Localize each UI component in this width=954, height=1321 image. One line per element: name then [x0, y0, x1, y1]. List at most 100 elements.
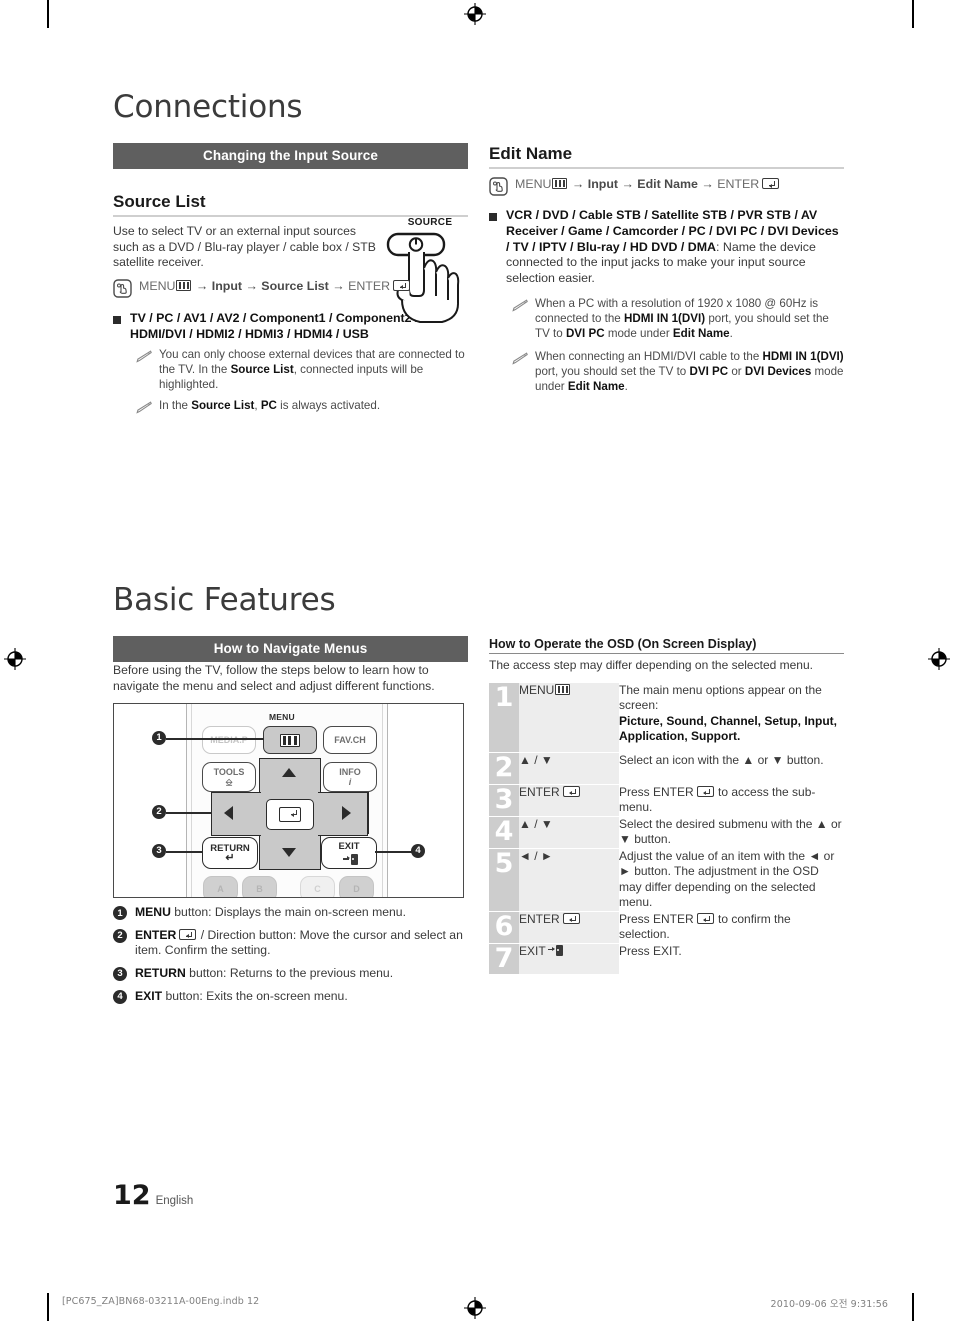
- en-note1-b: HDMI IN 1(DVI): [623, 311, 706, 325]
- osd-desc-1-bold: Picture, Sound, Channel, Setup, Input, A…: [619, 713, 838, 744]
- legend-text-2: ENTER / Direction button: Move the curso…: [135, 928, 468, 959]
- registration-mark-top: [464, 3, 486, 25]
- edit-name-path-text: MENU → Input → Edit Name → ENTER: [515, 176, 780, 192]
- remote-fav-ch-button[interactable]: FAV.CH: [323, 726, 377, 755]
- callout-badge-4: 4: [411, 844, 425, 859]
- remote-color-button-a[interactable]: A: [203, 876, 238, 898]
- legend-badge-1: 1: [113, 906, 127, 921]
- path-middle: → Input → Edit Name →: [568, 177, 718, 191]
- legend-1-rest: button: Displays the main on-screen menu…: [170, 905, 406, 920]
- pencil-note-icon: [135, 350, 152, 364]
- edit-name-section: Edit Name MENU → Input → Edit Name → ENT…: [489, 144, 844, 395]
- legend-item-4: 4 EXIT button: Exits the on-screen menu.: [113, 989, 468, 1005]
- registration-mark-left: [4, 648, 26, 670]
- osd-step-key: ENTER: [519, 784, 619, 817]
- edit-name-devices-text: VCR / DVD / Cable STB / Satellite STB / …: [506, 208, 844, 287]
- remote-enter-button[interactable]: [266, 799, 314, 831]
- osd-step-key: ◄ / ►: [519, 848, 619, 912]
- osd-step-desc: Select an icon with the ▲ or ▼ button.: [619, 752, 824, 767]
- remote-color-button-c[interactable]: C: [300, 876, 335, 898]
- remote-tools-button[interactable]: TOOLS ⎒: [202, 762, 256, 793]
- enter-icon: [393, 279, 411, 291]
- pencil-note-icon: [511, 352, 528, 366]
- osd-step-key: ▲ / ▼: [519, 816, 619, 849]
- table-row: 1 MENU The main menu options appear on t…: [489, 682, 844, 753]
- dpad-right-arrow-icon: [342, 806, 351, 821]
- connections-chapter: Connections: [113, 92, 468, 123]
- legend-item-2: 2 ENTER / Direction button: Move the cur…: [113, 928, 468, 959]
- table-row: 6 ENTER Press ENTER to confirm the selec…: [489, 911, 844, 944]
- table-row: 3 ENTER Press ENTER to access the sub-me…: [489, 784, 844, 817]
- edit-name-note-2-text: When connecting an HDMI/DVI cable to the…: [535, 350, 844, 394]
- page-title-connections: Connections: [113, 89, 303, 125]
- pencil-note-icon: [511, 299, 528, 312]
- remote-legend-list: 1 MENU button: Displays the main on-scre…: [113, 905, 468, 1004]
- callout-badge-3: 3: [152, 844, 166, 859]
- osd-desc-6-pre: Press ENTER: [619, 911, 694, 926]
- press-button-icon: [489, 177, 508, 196]
- section-bar-changing-input-source: Changing the Input Source: [113, 143, 468, 169]
- en-note1-g: .: [729, 326, 733, 340]
- osd-step-desc: The main menu options appear on the scre…: [619, 683, 844, 753]
- press-button-icon: [113, 279, 132, 298]
- section-bar-how-to-navigate-menus: How to Navigate Menus: [113, 636, 468, 662]
- info-icon: i: [348, 777, 352, 788]
- remote-color-d-label: D: [353, 884, 360, 895]
- page-number-block: 12 English: [113, 1180, 193, 1211]
- navigate-menus-section: Before using the TV, follow the steps be…: [113, 663, 468, 1004]
- dpad-left-arm[interactable]: [211, 792, 261, 837]
- legend-1-bold: MENU: [135, 905, 171, 920]
- en-note2-h: Edit Name: [567, 379, 625, 393]
- page-title-basic-features: Basic Features: [113, 582, 336, 618]
- en-note1-e: mode under: [604, 326, 673, 340]
- source-list-intro: Use to select TV or an external input so…: [113, 224, 376, 270]
- osd-step-number: 7: [489, 943, 519, 975]
- enter-icon: [696, 912, 714, 924]
- note2-part-b: Source List: [191, 398, 255, 412]
- source-button-label: SOURCE: [407, 217, 453, 228]
- osd-heading: How to Operate the OSD (On Screen Displa…: [489, 637, 844, 654]
- en-note1-f: Edit Name: [672, 326, 730, 340]
- menu-icon: [280, 733, 300, 747]
- remote-info-button[interactable]: INFO i: [323, 762, 377, 793]
- remote-color-button-d[interactable]: D: [339, 876, 374, 898]
- crop-mark-bottom-left: [47, 1293, 49, 1321]
- legend-badge-4: 4: [113, 989, 127, 1004]
- en-note1-d: DVI PC: [565, 326, 605, 340]
- remote-exit-button[interactable]: EXIT: [321, 837, 377, 870]
- note2-part-e: is always activated.: [276, 398, 381, 412]
- path-enter-word: ENTER: [717, 177, 760, 191]
- remote-fav-ch-label: FAV.CH: [334, 735, 366, 746]
- crop-mark-top-right: [912, 0, 914, 28]
- path-middle: → Input → Source List →: [192, 278, 349, 293]
- edit-name-note-1: When a PC with a resolution of 1920 x 10…: [511, 297, 844, 341]
- remote-exit-label: EXIT: [338, 841, 360, 853]
- pencil-note-icon: [135, 401, 152, 414]
- legend-4-rest: button: Exits the on-screen menu.: [162, 988, 348, 1003]
- en-note2-i: .: [624, 379, 628, 393]
- source-list-path-text: MENU → Input → Source List → ENTER: [139, 278, 411, 294]
- table-row: 4 ▲ / ▼ Select the desired submenu with …: [489, 816, 844, 849]
- remote-info-label: INFO: [339, 767, 361, 778]
- enter-icon: [179, 928, 197, 940]
- remote-media-p-button[interactable]: MEDIA.P: [202, 726, 256, 755]
- remote-color-button-b[interactable]: B: [242, 876, 277, 898]
- legend-2-bold: ENTER: [135, 927, 177, 942]
- exit-icon: [342, 854, 358, 866]
- section-bar-label: Changing the Input Source: [113, 143, 468, 169]
- remote-menu-button[interactable]: [263, 726, 317, 755]
- osd-key-label-7: EXIT: [519, 943, 546, 958]
- menu-button-caption: MENU: [269, 712, 295, 723]
- legend-text-1: MENU button: Displays the main on-screen…: [135, 905, 406, 921]
- footer-file-reference: [PC675_ZA]BN68-03211A-00Eng.indb 12: [62, 1296, 260, 1307]
- table-row: 5 ◄ / ► Adjust the value of an item with…: [489, 848, 844, 912]
- callout-badge-2: 2: [152, 805, 166, 820]
- remote-return-button[interactable]: RETURN ↵: [202, 837, 258, 870]
- dpad-down-arrow-icon: [282, 848, 296, 858]
- remote-media-p-label: MEDIA.P: [210, 735, 248, 746]
- table-row: 2 ▲ / ▼ Select an icon with the ▲ or ▼ b…: [489, 752, 844, 785]
- square-bullet-icon: [489, 213, 497, 221]
- remote-tools-label: TOOLS: [213, 766, 245, 777]
- source-list-note-1: You can only choose external devices tha…: [135, 348, 468, 392]
- callout-line-1: [166, 738, 264, 740]
